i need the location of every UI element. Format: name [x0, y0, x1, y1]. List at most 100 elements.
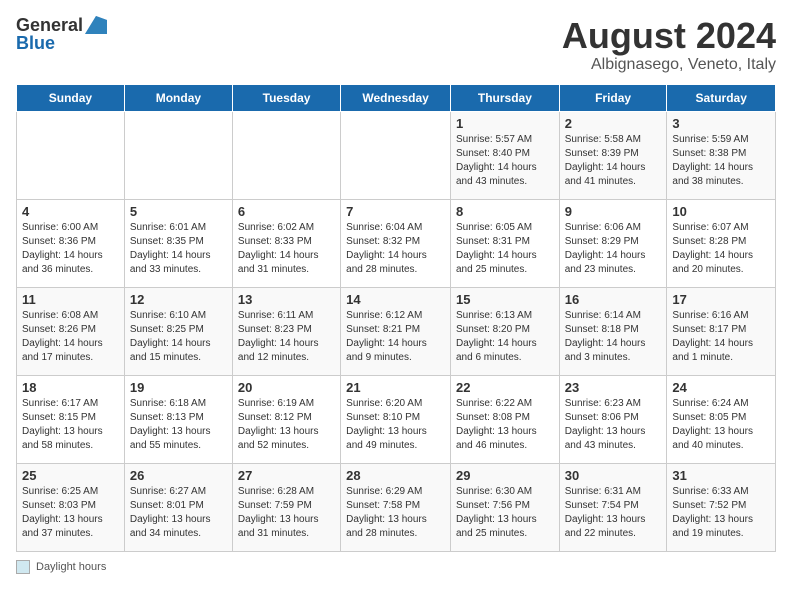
day-number: 9 — [565, 204, 662, 219]
calendar-cell: 20 Sunrise: 6:19 AM Sunset: 8:12 PM Dayli… — [232, 375, 340, 463]
calendar-cell: 8Sunrise: 6:05 AM Sunset: 8:31 PM Daylig… — [450, 199, 559, 287]
calendar-cell: 25Sunrise: 6:25 AM Sunset: 8:03 PM Dayli… — [17, 463, 125, 551]
calendar-cell: 13Sunrise: 6:11 AM Sunset: 8:23 PM Dayli… — [232, 287, 340, 375]
week-row-4: 25Sunrise: 6:25 AM Sunset: 8:03 PM Dayli… — [17, 463, 776, 551]
day-number: 25 — [22, 468, 119, 483]
calendar-cell — [341, 111, 451, 199]
title-block: August 2024 Albignasego, Veneto, Italy — [562, 16, 776, 74]
calendar-cell: 1Sunrise: 5:57 AM Sunset: 8:40 PM Daylig… — [450, 111, 559, 199]
day-number: 26 — [130, 468, 227, 483]
day-info: Sunrise: 6:24 AM Sunset: 8:05 PM Dayligh… — [672, 397, 770, 453]
day-number: 8 — [456, 204, 554, 219]
day-info: Sunrise: 6:33 AM Sunset: 7:52 PM Dayligh… — [672, 485, 770, 541]
header-wednesday: Wednesday — [341, 84, 451, 111]
day-number: 13 — [238, 292, 335, 307]
calendar-cell: 21 Sunrise: 6:20 AM Sunset: 8:10 PM Dayli… — [341, 375, 451, 463]
day-info: Sunrise: 6:14 AM Sunset: 8:18 PM Dayligh… — [565, 309, 662, 365]
day-info: Sunrise: 6:29 AM Sunset: 7:58 PM Dayligh… — [346, 485, 445, 541]
day-number: 5 — [130, 204, 227, 219]
day-number: 4 — [22, 204, 119, 219]
calendar-cell: 17Sunrise: 6:16 AM Sunset: 8:17 PM Dayli… — [667, 287, 776, 375]
calendar-cell: 15 Sunrise: 6:13 AM Sunset: 8:20 PM Dayli… — [450, 287, 559, 375]
day-info: Sunrise: 6:10 AM Sunset: 8:25 PM Dayligh… — [130, 309, 227, 365]
day-number: 28 — [346, 468, 445, 483]
day-info: Sunrise: 6:22 AM Sunset: 8:08 PM Dayligh… — [456, 397, 554, 453]
day-number: 27 — [238, 468, 335, 483]
calendar-cell: 29Sunrise: 6:30 AM Sunset: 7:56 PM Dayli… — [450, 463, 559, 551]
calendar-cell: 30Sunrise: 6:31 AM Sunset: 7:54 PM Dayli… — [559, 463, 667, 551]
calendar-cell — [232, 111, 340, 199]
header-thursday: Thursday — [450, 84, 559, 111]
header-saturday: Saturday — [667, 84, 776, 111]
day-info: Sunrise: 6:19 AM Sunset: 8:12 PM Dayligh… — [238, 397, 335, 453]
day-number: 10 — [672, 204, 770, 219]
day-info: Sunrise: 6:08 AM Sunset: 8:26 PM Dayligh… — [22, 309, 119, 365]
calendar-cell: 18 Sunrise: 6:17 AM Sunset: 8:15 PM Dayli… — [17, 375, 125, 463]
calendar-cell: 6Sunrise: 6:02 AM Sunset: 8:33 PM Daylig… — [232, 199, 340, 287]
calendar-cell: 7 Sunrise: 6:04 AM Sunset: 8:32 PM Daylig… — [341, 199, 451, 287]
day-info: Sunrise: 6:31 AM Sunset: 7:54 PM Dayligh… — [565, 485, 662, 541]
day-number: 14 — [346, 292, 445, 307]
day-number: 15 — [456, 292, 554, 307]
day-info: Sunrise: 6:17 AM Sunset: 8:15 PM Dayligh… — [22, 397, 119, 453]
subtitle: Albignasego, Veneto, Italy — [562, 56, 776, 74]
logo-blue-text: Blue — [16, 34, 55, 52]
day-info: Sunrise: 5:59 AM Sunset: 8:38 PM Dayligh… — [672, 133, 770, 189]
week-row-2: 11 Sunrise: 6:08 AM Sunset: 8:26 PM Dayli… — [17, 287, 776, 375]
day-number: 12 — [130, 292, 227, 307]
day-number: 6 — [238, 204, 335, 219]
week-row-1: 4Sunrise: 6:00 AM Sunset: 8:36 PM Daylig… — [17, 199, 776, 287]
day-info: Sunrise: 6:12 AM Sunset: 8:21 PM Dayligh… — [346, 309, 445, 365]
day-number: 7 — [346, 204, 445, 219]
day-number: 21 — [346, 380, 445, 395]
day-info: Sunrise: 6:27 AM Sunset: 8:01 PM Dayligh… — [130, 485, 227, 541]
day-number: 18 — [22, 380, 119, 395]
day-info: Sunrise: 6:20 AM Sunset: 8:10 PM Dayligh… — [346, 397, 445, 453]
day-number: 22 — [456, 380, 554, 395]
page-header: General Blue August 2024 Albignasego, Ve… — [16, 16, 776, 74]
header-tuesday: Tuesday — [232, 84, 340, 111]
day-info: Sunrise: 6:01 AM Sunset: 8:35 PM Dayligh… — [130, 221, 227, 277]
calendar-cell: 9 Sunrise: 6:06 AM Sunset: 8:29 PM Daylig… — [559, 199, 667, 287]
calendar-cell: 19 Sunrise: 6:18 AM Sunset: 8:13 PM Dayli… — [124, 375, 232, 463]
week-row-3: 18 Sunrise: 6:17 AM Sunset: 8:15 PM Dayli… — [17, 375, 776, 463]
day-info: Sunrise: 6:07 AM Sunset: 8:28 PM Dayligh… — [672, 221, 770, 277]
logo-general-text: General — [16, 16, 83, 34]
header-monday: Monday — [124, 84, 232, 111]
calendar-cell: 16 Sunrise: 6:14 AM Sunset: 8:18 PM Dayli… — [559, 287, 667, 375]
calendar-cell: 26 Sunrise: 6:27 AM Sunset: 8:01 PM Dayli… — [124, 463, 232, 551]
calendar-cell: 24Sunrise: 6:24 AM Sunset: 8:05 PM Dayli… — [667, 375, 776, 463]
calendar-cell: 31 Sunrise: 6:33 AM Sunset: 7:52 PM Dayli… — [667, 463, 776, 551]
day-info: Sunrise: 6:18 AM Sunset: 8:13 PM Dayligh… — [130, 397, 227, 453]
calendar-cell: 4Sunrise: 6:00 AM Sunset: 8:36 PM Daylig… — [17, 199, 125, 287]
header-sunday: Sunday — [17, 84, 125, 111]
day-info: Sunrise: 6:13 AM Sunset: 8:20 PM Dayligh… — [456, 309, 554, 365]
day-info: Sunrise: 6:06 AM Sunset: 8:29 PM Dayligh… — [565, 221, 662, 277]
day-number: 17 — [672, 292, 770, 307]
calendar-cell: 2Sunrise: 5:58 AM Sunset: 8:39 PM Daylig… — [559, 111, 667, 199]
week-row-0: 1Sunrise: 5:57 AM Sunset: 8:40 PM Daylig… — [17, 111, 776, 199]
day-number: 20 — [238, 380, 335, 395]
calendar-cell: 28 Sunrise: 6:29 AM Sunset: 7:58 PM Dayli… — [341, 463, 451, 551]
logo: General Blue — [16, 16, 107, 52]
calendar-cell — [124, 111, 232, 199]
calendar-cell: 12 Sunrise: 6:10 AM Sunset: 8:25 PM Dayli… — [124, 287, 232, 375]
day-number: 31 — [672, 468, 770, 483]
day-number: 2 — [565, 116, 662, 131]
day-info: Sunrise: 6:28 AM Sunset: 7:59 PM Dayligh… — [238, 485, 335, 541]
calendar-cell: 27 Sunrise: 6:28 AM Sunset: 7:59 PM Dayli… — [232, 463, 340, 551]
calendar-cell: 11 Sunrise: 6:08 AM Sunset: 8:26 PM Dayli… — [17, 287, 125, 375]
logo-icon — [85, 16, 107, 34]
calendar-cell: 14 Sunrise: 6:12 AM Sunset: 8:21 PM Dayli… — [341, 287, 451, 375]
calendar-table: SundayMondayTuesdayWednesdayThursdayFrid… — [16, 84, 776, 552]
daylight-legend-label: Daylight hours — [36, 561, 106, 573]
calendar-cell: 10 Sunrise: 6:07 AM Sunset: 8:28 PM Dayli… — [667, 199, 776, 287]
footer: Daylight hours — [16, 560, 776, 574]
day-info: Sunrise: 6:04 AM Sunset: 8:32 PM Dayligh… — [346, 221, 445, 277]
day-number: 16 — [565, 292, 662, 307]
day-number: 19 — [130, 380, 227, 395]
day-info: Sunrise: 6:23 AM Sunset: 8:06 PM Dayligh… — [565, 397, 662, 453]
day-number: 11 — [22, 292, 119, 307]
main-title: August 2024 — [562, 16, 776, 56]
daylight-legend-box — [16, 560, 30, 574]
